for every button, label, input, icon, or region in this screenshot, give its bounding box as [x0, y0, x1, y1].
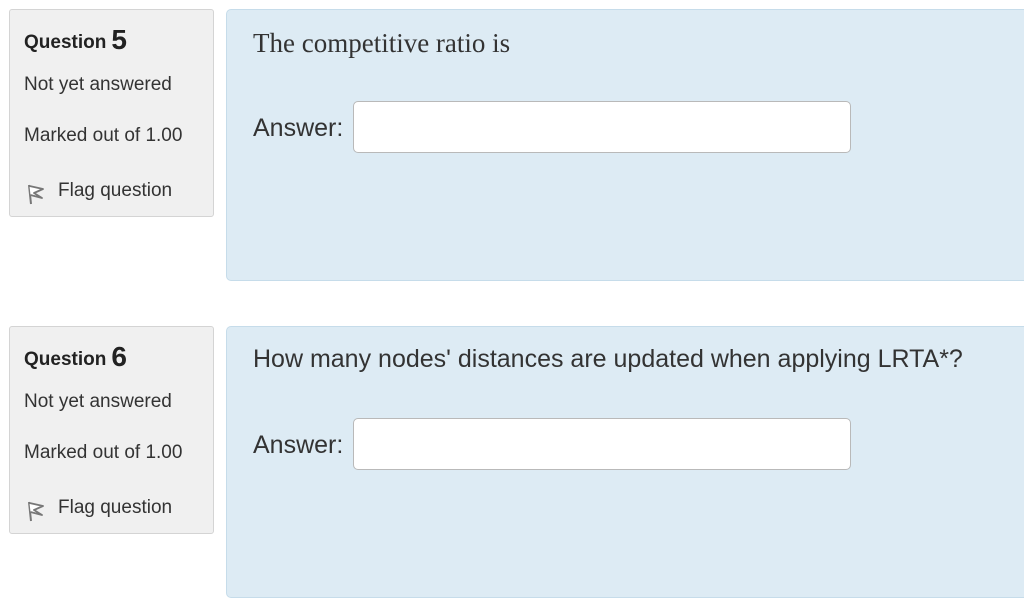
question-state: Not yet answered	[24, 74, 172, 95]
question-text: How many nodes' distances are updated wh…	[253, 345, 963, 373]
question-info-panel: Question 5 Not yet answered Marked out of…	[9, 9, 214, 217]
flag-icon	[24, 182, 48, 206]
answer-input[interactable]	[353, 101, 851, 153]
question-number-value: 6	[111, 341, 127, 372]
question-grade: Marked out of 1.00	[24, 442, 183, 463]
question-5: Question 5 Not yet answered Marked out of…	[0, 9, 1024, 281]
question-grade: Marked out of 1.00	[24, 125, 183, 146]
answer-input[interactable]	[353, 418, 851, 470]
answer-label: Answer:	[253, 114, 344, 142]
question-content: The competitive ratio is Answer:	[226, 9, 1024, 281]
question-content: How many nodes' distances are updated wh…	[226, 326, 1024, 598]
question-info-panel: Question 6 Not yet answered Marked out of…	[9, 326, 214, 534]
question-state: Not yet answered	[24, 391, 172, 412]
question-number-value: 5	[111, 24, 127, 55]
flag-question-link[interactable]: Flag question	[24, 176, 172, 206]
question-number: Question 5	[24, 22, 127, 61]
flag-icon	[24, 499, 48, 523]
flag-question-label: Flag question	[58, 180, 173, 201]
question-text: The competitive ratio is	[253, 28, 511, 58]
question-label: Question	[24, 349, 107, 370]
question-number: Question 6	[24, 339, 127, 378]
flag-question-link[interactable]: Flag question	[24, 493, 172, 523]
question-6: Question 6 Not yet answered Marked out of…	[0, 326, 1024, 598]
flag-question-label: Flag question	[58, 497, 173, 518]
answer-label: Answer:	[253, 431, 344, 459]
question-label: Question	[24, 32, 107, 53]
